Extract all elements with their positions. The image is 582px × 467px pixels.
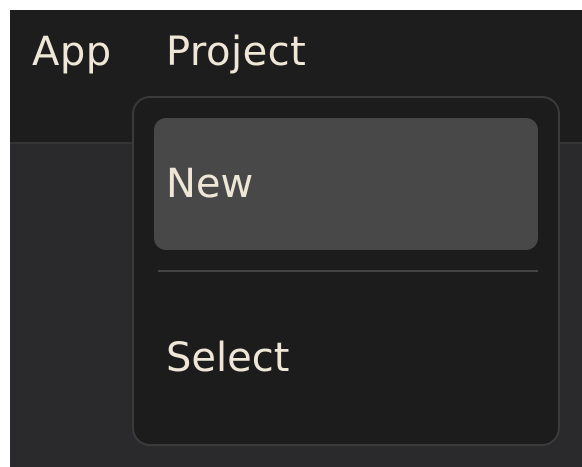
- app-window: App Project New Select: [10, 10, 582, 467]
- menu-app[interactable]: App: [32, 26, 112, 78]
- menu-item-select[interactable]: Select: [154, 292, 538, 424]
- menu-divider: [158, 270, 538, 272]
- menu-item-new[interactable]: New: [154, 118, 538, 250]
- menu-project[interactable]: Project: [166, 26, 306, 78]
- project-dropdown-menu: New Select: [132, 96, 560, 446]
